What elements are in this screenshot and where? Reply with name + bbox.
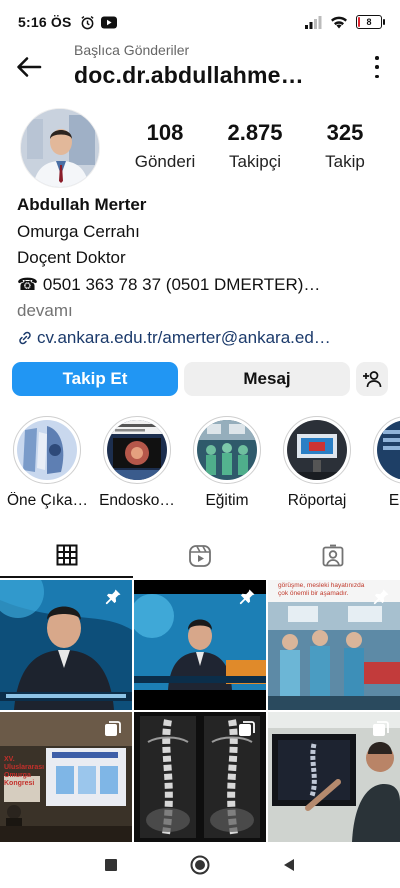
pinned-icon <box>373 589 389 605</box>
stat-followers-label: Takipçi <box>229 152 281 171</box>
highlight-label: Röportaj <box>287 492 347 509</box>
stat-followers[interactable]: 2.875 Takipçi <box>210 120 300 172</box>
highlight-cover <box>107 420 167 480</box>
profile-header: Başlıca Gönderiler doc.dr.abdullahme… <box>0 38 400 102</box>
link-icon <box>19 331 31 345</box>
add-person-icon <box>363 371 382 388</box>
post-thumbnail[interactable] <box>134 580 266 710</box>
carousel-icon <box>105 721 121 736</box>
post-thumbnail[interactable] <box>134 712 266 842</box>
post-thumbnail[interactable] <box>268 712 400 842</box>
recent-apps-icon[interactable] <box>103 857 119 873</box>
stat-followers-count: 2.875 <box>227 120 283 145</box>
notification-icons <box>80 15 117 30</box>
bio-website-text: cv.ankara.edu.tr/amerter@ankara.ed… <box>37 327 331 347</box>
profile-bio: Abdullah Merter Omurga Cerrahı Doçent Do… <box>17 192 387 351</box>
avatar-photo <box>21 109 99 187</box>
wifi-icon <box>331 16 347 29</box>
system-icons: 8 <box>305 15 385 29</box>
highlight-cover <box>287 420 347 480</box>
carousel-icon <box>239 721 255 736</box>
suggested-users-button[interactable] <box>356 362 388 396</box>
battery-level: 8 <box>366 17 372 27</box>
highlight-label: Eğitim <box>205 492 249 509</box>
post-thumbnail[interactable]: XV. Uluslararası Omurga Kongresi <box>0 712 132 842</box>
youtube-icon <box>100 16 117 28</box>
highlight-item[interactable]: Eğitim <box>187 416 267 510</box>
highlight-item[interactable]: Röportaj <box>277 416 357 510</box>
reels-icon <box>189 544 211 567</box>
highlight-label: Endosko… <box>99 492 175 509</box>
follow-button[interactable]: Takip Et <box>12 362 178 396</box>
highlight-cover <box>17 420 77 480</box>
highlight-cover <box>197 420 257 480</box>
highlight-item[interactable]: Endosko… <box>97 416 177 510</box>
post-thumbnail[interactable] <box>0 580 132 710</box>
profile-tabs <box>0 533 400 578</box>
tab-posts[interactable] <box>0 533 134 578</box>
highlight-item[interactable]: Endo <box>367 416 400 510</box>
stat-posts-label: Gönderi <box>134 152 196 171</box>
profile-actions: Takip Et Mesaj <box>12 362 390 396</box>
profile-avatar[interactable] <box>20 108 100 188</box>
stat-following[interactable]: 325 Takip <box>300 120 390 172</box>
back-arrow-icon[interactable] <box>14 52 44 82</box>
highlight-item[interactable]: Öne Çıka… <box>7 416 87 510</box>
story-highlights: Öne Çıka… Endosko… Eğitim Röportaj Endo <box>0 416 400 516</box>
highlight-cover <box>377 420 400 480</box>
highlight-label: Endo <box>388 492 400 509</box>
post-thumbnail[interactable]: görüşme, mesleki hayatınızda çok önemli … <box>268 580 400 710</box>
tab-tagged[interactable] <box>267 533 400 578</box>
bio-website-link[interactable]: cv.ankara.edu.tr/amerter@ankara.ed… <box>17 325 387 352</box>
profile-name: Abdullah Merter <box>17 195 147 214</box>
bio-more-link[interactable]: devamı <box>17 298 387 325</box>
posts-grid: görüşme, mesleki hayatınızda çok önemli … <box>0 580 400 842</box>
stat-posts-count: 108 <box>146 120 184 145</box>
profile-stats: 108 Gönderi 2.875 Takipçi 325 Takip <box>120 120 390 172</box>
system-navigation-bar <box>0 842 400 888</box>
grid-icon <box>56 544 78 565</box>
alarm-icon <box>80 15 94 29</box>
stat-following-label: Takip <box>325 152 365 171</box>
bio-line-degree: Doçent Doktor <box>17 248 126 267</box>
pinned-icon <box>105 589 121 605</box>
home-icon[interactable] <box>189 854 211 876</box>
highlight-label: Öne Çıka… <box>7 492 87 509</box>
bio-phone: ☎ 0501 363 78 37 (0501 DMERTER)… <box>17 274 321 294</box>
tab-reels[interactable] <box>133 533 266 578</box>
pinned-icon <box>239 589 255 605</box>
battery-icon: 8 <box>356 15 385 29</box>
message-button[interactable]: Mesaj <box>184 362 350 396</box>
more-vertical-icon[interactable] <box>374 56 380 78</box>
stat-following-count: 325 <box>326 120 364 145</box>
post-caption-overlay: görüşme, mesleki hayatınızda çok önemli … <box>278 582 365 597</box>
battery-fill <box>358 17 360 27</box>
post-title-overlay: XV. Uluslararası Omurga Kongresi <box>4 756 45 787</box>
back-nav-icon[interactable] <box>281 857 297 873</box>
tagged-icon <box>322 544 344 566</box>
carousel-icon <box>373 721 389 736</box>
header-username: doc.dr.abdullahme… <box>74 62 304 88</box>
clock: 5:16 ÖS <box>18 14 72 30</box>
signal-icon <box>305 15 322 29</box>
bio-line-title: Omurga Cerrahı <box>17 221 140 241</box>
stat-posts[interactable]: 108 Gönderi <box>120 120 210 172</box>
header-subtitle: Başlıca Gönderiler <box>74 42 190 58</box>
